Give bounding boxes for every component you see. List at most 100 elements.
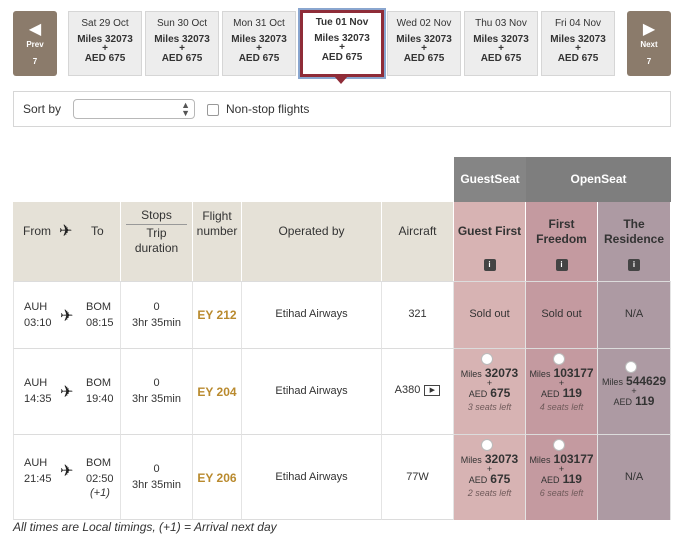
aircraft-cell: 321 <box>382 281 454 348</box>
aed-value: 119 <box>635 394 655 408</box>
operator-value: Etihad Airways <box>275 308 348 320</box>
nonstop-label[interactable]: Non-stop flights <box>226 102 309 116</box>
plus-sign: + <box>558 378 565 388</box>
destination-code: BOM <box>86 457 112 469</box>
prev-dates-button[interactable]: ◀ Prev 7 <box>13 11 57 76</box>
date-plus: + <box>256 43 262 54</box>
origin-code: AUH <box>24 301 48 313</box>
aircraft-cell: 77W <box>382 434 454 520</box>
first-label: First <box>548 217 575 231</box>
aircraft-header: Aircraft <box>382 202 454 281</box>
next-dates-button[interactable]: ▶ Next 7 <box>627 11 671 76</box>
play-icon[interactable]: ▶ <box>424 384 441 396</box>
seats-left: 2 seats left <box>467 488 512 498</box>
flight-number-link[interactable]: EY 212 <box>193 308 241 322</box>
airplane-icon: ✈ <box>60 308 74 325</box>
date-plus: + <box>421 43 427 54</box>
date-aed: AED 675 <box>480 53 522 64</box>
route-cell: AUH 14:35 ✈ BOM 19:40 <box>13 348 121 434</box>
arrival-time: 02:50 <box>86 473 114 485</box>
stops-cell: 0 3hr 35min <box>121 434 193 520</box>
aed-label: AED <box>468 389 488 399</box>
date-tab-0[interactable]: Sat 29 Oct Miles 32073 + AED 675 <box>68 11 142 76</box>
number-label: number <box>196 224 238 238</box>
destination-code: BOM <box>86 377 112 389</box>
prev-count: 7 <box>32 57 38 66</box>
sort-select[interactable]: ▲ ▼ <box>73 99 195 119</box>
date-tab-4[interactable]: Wed 02 Nov Miles 32073 + AED 675 <box>387 11 461 76</box>
info-icon[interactable]: i <box>628 259 640 271</box>
departure-time: 14:35 <box>24 393 52 405</box>
triangle-left-icon: ◀ <box>28 21 42 38</box>
guest-first-cell: Miles 32073 + AED 675 2 seats left <box>454 434 526 520</box>
flight-label: Flight <box>202 209 232 223</box>
date-aed: AED 675 <box>403 53 445 64</box>
na-status: N/A <box>624 471 644 483</box>
flight-number-link[interactable]: EY 206 <box>193 471 241 485</box>
miles-label: Miles <box>460 369 482 379</box>
route-cell: AUH 21:45 ✈ BOM 02:50 (+1) <box>13 434 121 520</box>
sort-label: Sort by <box>23 102 62 116</box>
date-tab-5[interactable]: Thu 03 Nov Miles 32073 + AED 675 <box>464 11 538 76</box>
first-freedom-cell: Sold out <box>526 281 598 348</box>
aed-value: 119 <box>562 472 582 486</box>
operator-cell: Etihad Airways <box>242 434 382 520</box>
flight-number-header: Flight number <box>193 202 242 281</box>
date-label: Sat 29 Oct <box>81 18 129 29</box>
fare-radio[interactable] <box>553 439 565 451</box>
from-header: From <box>23 224 51 238</box>
date-tab-2[interactable]: Mon 31 Oct Miles 32073 + AED 675 <box>222 11 296 76</box>
date-aed: AED 675 <box>84 53 126 64</box>
residence-cell: Miles 544629 + AED 119 <box>598 348 671 434</box>
the-label: The <box>623 217 645 231</box>
select-arrows-icon: ▲ ▼ <box>181 100 190 118</box>
miles-label: Miles <box>460 455 482 465</box>
date-aed: AED 675 <box>557 53 599 64</box>
stops-value: 0 <box>153 301 160 313</box>
nonstop-checkbox[interactable] <box>207 104 219 116</box>
aed-label: AED <box>541 389 560 399</box>
stops-value: 0 <box>153 463 160 475</box>
fare-radio[interactable] <box>481 439 493 451</box>
guest-first-header: Guest First i <box>454 202 526 281</box>
sold-out-status: Sold out <box>541 308 582 320</box>
operator-cell: Etihad Airways <box>242 281 382 348</box>
selected-date-pointer <box>334 76 348 84</box>
operator-value: Etihad Airways <box>275 385 348 397</box>
date-plus: + <box>339 42 345 53</box>
aircraft-label: Aircraft <box>398 224 437 238</box>
fare-radio[interactable] <box>481 353 493 365</box>
origin-code: AUH <box>24 457 48 469</box>
date-tab-1[interactable]: Sun 30 Oct Miles 32073 + AED 675 <box>145 11 219 76</box>
stops-value: 0 <box>153 377 160 389</box>
date-aed: AED 675 <box>238 53 280 64</box>
arrival-time: 19:40 <box>86 393 114 405</box>
flight-number-link[interactable]: EY 204 <box>193 385 241 399</box>
to-header: To <box>91 224 104 238</box>
date-tab-6[interactable]: Fri 04 Nov Miles 32073 + AED 675 <box>541 11 615 76</box>
first-freedom-cell: Miles 103177 + AED 119 4 seats left <box>526 348 598 434</box>
date-label: Mon 31 Oct <box>233 18 285 29</box>
guestseat-header: GuestSeat <box>454 157 526 202</box>
seats-left: 3 seats left <box>467 402 512 412</box>
date-label: Tue 01 Nov <box>315 17 369 28</box>
stops-header: Stops Trip duration <box>121 202 193 281</box>
first-freedom-cell: Miles 103177 + AED 119 6 seats left <box>526 434 598 520</box>
fare-radio[interactable] <box>553 353 565 365</box>
residence-cell: N/A <box>598 281 671 348</box>
aircraft-value: 321 <box>408 308 427 320</box>
openseat-header: OpenSeat <box>526 157 671 202</box>
aircraft-value: A380 <box>394 384 421 396</box>
duration-label: duration <box>134 241 179 255</box>
info-icon[interactable]: i <box>555 259 568 271</box>
date-tab-3-selected[interactable]: Tue 01 Nov Miles 32073 + AED 675 <box>300 10 384 77</box>
aed-label: AED <box>541 475 560 485</box>
operator-value: Etihad Airways <box>275 471 348 483</box>
aed-value: 119 <box>562 386 582 400</box>
departure-time: 03:10 <box>24 317 52 329</box>
operator-cell: Etihad Airways <box>242 348 382 434</box>
miles-label: Miles <box>601 377 623 387</box>
date-label: Fri 04 Nov <box>554 18 602 29</box>
fare-radio[interactable] <box>625 361 637 373</box>
info-icon[interactable]: i <box>483 259 496 271</box>
